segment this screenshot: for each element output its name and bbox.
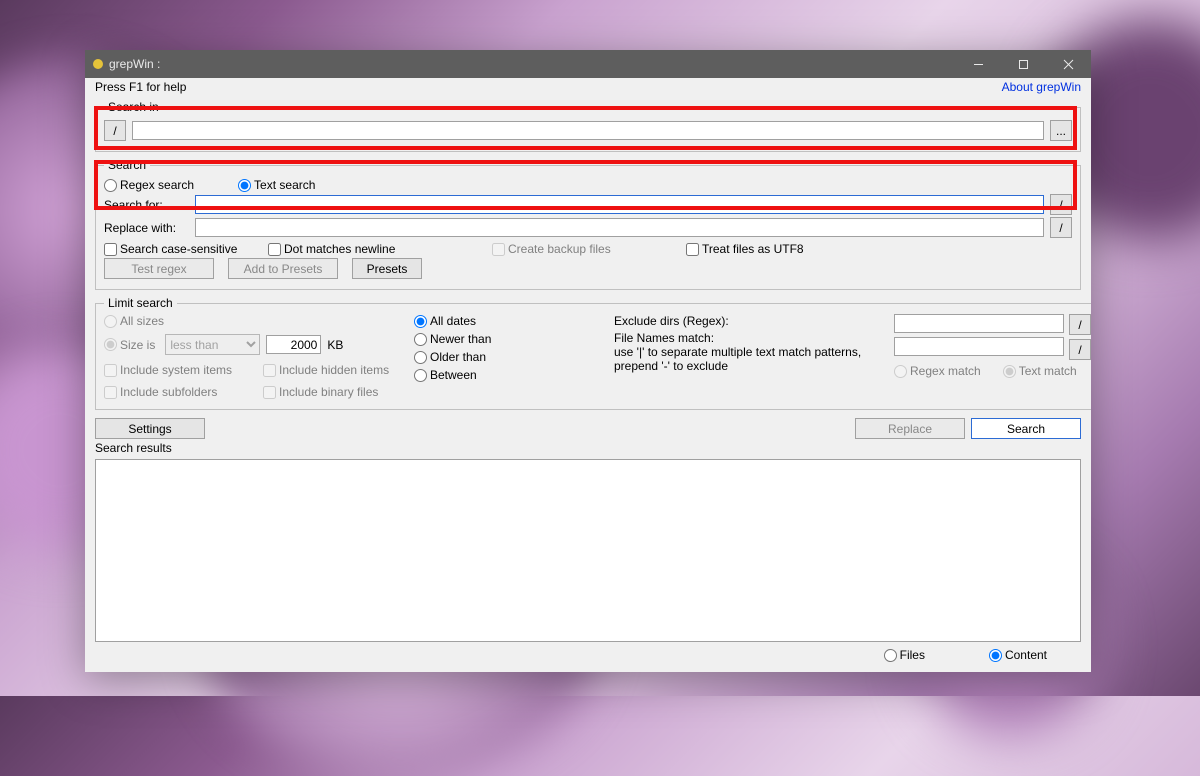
checkbox-dot-newline[interactable]: Dot matches newline [268, 242, 488, 256]
browse-button[interactable]: ... [1050, 120, 1072, 141]
radio-regex-match[interactable]: Regex match [894, 364, 981, 378]
radio-all-dates[interactable]: All dates [414, 314, 610, 328]
search-for-input[interactable] [195, 195, 1044, 214]
radio-text-match[interactable]: Text match [1003, 364, 1077, 378]
size-value-input[interactable] [266, 335, 321, 354]
radio-text-search[interactable]: Text search [238, 178, 315, 192]
label-kb: KB [327, 338, 343, 352]
checkbox-include-system[interactable]: Include system items [104, 363, 259, 377]
radio-between[interactable]: Between [414, 368, 610, 382]
radio-all-sizes[interactable]: All sizes [104, 314, 410, 328]
checkbox-utf8[interactable]: Treat files as UTF8 [686, 242, 804, 256]
presets-button[interactable]: Presets [352, 258, 422, 279]
about-link[interactable]: About grepWin [1002, 80, 1081, 94]
exclude-slash-button[interactable]: / [1069, 314, 1091, 335]
checkbox-case-sensitive[interactable]: Search case-sensitive [104, 242, 264, 256]
filenames-slash-button[interactable]: / [1069, 339, 1091, 360]
help-hint: Press F1 for help [95, 80, 186, 94]
replace-button[interactable]: Replace [855, 418, 965, 439]
exclude-dirs-input[interactable] [894, 314, 1064, 333]
checkbox-backup-files[interactable]: Create backup files [492, 242, 682, 256]
group-search: Search Regex search Text search Search f… [95, 158, 1081, 290]
label-exclude-dirs: Exclude dirs (Regex): [614, 314, 894, 328]
results-list[interactable] [95, 459, 1081, 642]
test-regex-button[interactable]: Test regex [104, 258, 214, 279]
app-icon [93, 59, 103, 69]
search-in-input[interactable] [132, 121, 1044, 140]
group-search-in: Search in / ... [95, 100, 1081, 152]
legend-limit: Limit search [104, 296, 177, 310]
close-button[interactable] [1046, 50, 1091, 78]
app-window: grepWin : Press F1 for help About grepWi… [85, 50, 1091, 672]
radio-older-than[interactable]: Older than [414, 350, 610, 364]
radio-size-is[interactable]: Size is [104, 338, 155, 352]
replace-with-input[interactable] [195, 218, 1044, 237]
search-for-slash-button[interactable]: / [1050, 194, 1072, 215]
replace-with-slash-button[interactable]: / [1050, 217, 1072, 238]
group-limit: Limit search All sizes Size is less than [95, 296, 1091, 410]
label-replace-with: Replace with: [104, 221, 189, 235]
legend-search-in: Search in [104, 100, 163, 114]
search-in-slash-button[interactable]: / [104, 120, 126, 141]
size-op-select[interactable]: less than [165, 334, 260, 355]
titlebar: grepWin : [85, 50, 1091, 78]
radio-newer-than[interactable]: Newer than [414, 332, 610, 346]
radio-regex-search[interactable]: Regex search [104, 178, 194, 192]
legend-search: Search [104, 158, 150, 172]
radio-files-view[interactable]: Files [884, 648, 925, 662]
file-names-input[interactable] [894, 337, 1064, 356]
label-search-results: Search results [95, 441, 1081, 455]
search-button[interactable]: Search [971, 418, 1081, 439]
checkbox-include-binary[interactable]: Include binary files [263, 385, 378, 399]
label-file-names: File Names match: use '|' to separate mu… [614, 332, 894, 373]
label-search-for: Search for: [104, 198, 189, 212]
minimize-button[interactable] [956, 50, 1001, 78]
radio-content-view[interactable]: Content [989, 648, 1047, 662]
maximize-button[interactable] [1001, 50, 1046, 78]
checkbox-include-subfolders[interactable]: Include subfolders [104, 385, 259, 399]
window-title: grepWin : [109, 57, 160, 71]
checkbox-include-hidden[interactable]: Include hidden items [263, 363, 389, 377]
settings-button[interactable]: Settings [95, 418, 205, 439]
add-presets-button[interactable]: Add to Presets [228, 258, 338, 279]
